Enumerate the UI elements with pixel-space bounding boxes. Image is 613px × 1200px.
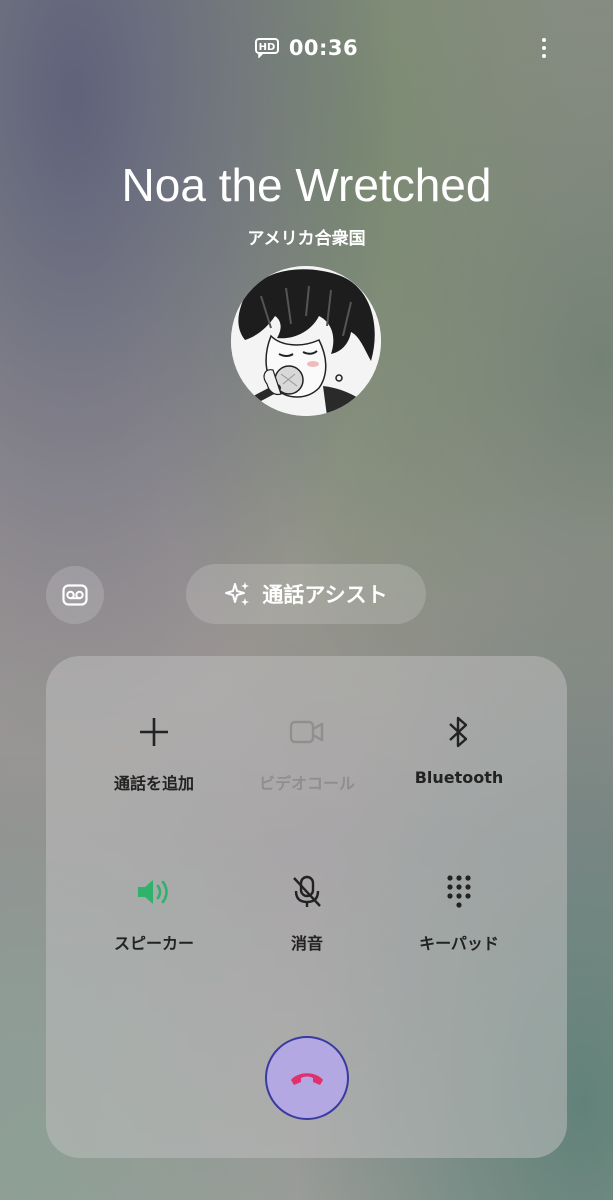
avatar-illustration bbox=[231, 266, 381, 416]
add-call-button[interactable]: 通話を追加 bbox=[69, 712, 239, 812]
svg-text:HD: HD bbox=[258, 42, 275, 53]
keypad-button[interactable]: キーパッド bbox=[374, 872, 544, 972]
keypad-label: キーパッド bbox=[419, 934, 499, 953]
caller-name: Noa the Wretched bbox=[121, 159, 492, 211]
call-timer: 00:36 bbox=[288, 36, 359, 60]
more-options-button[interactable] bbox=[537, 32, 551, 64]
bluetooth-label: Bluetooth bbox=[414, 768, 504, 787]
mic-off-icon bbox=[293, 875, 321, 907]
voicemail-icon bbox=[62, 584, 88, 606]
speaker-label: スピーカー bbox=[113, 934, 194, 953]
caller-location: アメリカ合衆国 bbox=[247, 229, 366, 249]
call-status-bar: HD 00:36 bbox=[0, 33, 613, 63]
video-icon bbox=[289, 720, 324, 744]
speaker-icon bbox=[138, 880, 168, 904]
speaker-button[interactable]: スピーカー bbox=[69, 872, 239, 972]
mute-label: 消音 bbox=[290, 934, 323, 953]
video-call-button[interactable]: ビデオコール bbox=[222, 712, 392, 812]
call-controls-panel: 通話を追加 ビデオコール Bluetooth スピーカー 消音 キーパッド bbox=[46, 656, 567, 1158]
contact-avatar bbox=[231, 266, 381, 416]
more-vertical-icon bbox=[542, 38, 546, 42]
end-call-button[interactable] bbox=[265, 1036, 349, 1120]
video-call-label: ビデオコール bbox=[258, 774, 355, 793]
sparkle-icon bbox=[225, 582, 250, 606]
voicemail-button[interactable] bbox=[46, 566, 104, 624]
plus-icon bbox=[140, 718, 168, 746]
hd-voice-icon: HD bbox=[254, 38, 279, 58]
call-assist-label: 通話アシスト bbox=[262, 583, 388, 607]
bluetooth-icon bbox=[449, 716, 468, 748]
bluetooth-button[interactable]: Bluetooth bbox=[374, 712, 544, 812]
mute-button[interactable]: 消音 bbox=[222, 872, 392, 972]
call-assist-button[interactable]: 通話アシスト bbox=[186, 564, 426, 624]
keypad-icon bbox=[447, 875, 471, 908]
end-call-icon bbox=[291, 1073, 323, 1085]
add-call-label: 通話を追加 bbox=[113, 774, 194, 793]
